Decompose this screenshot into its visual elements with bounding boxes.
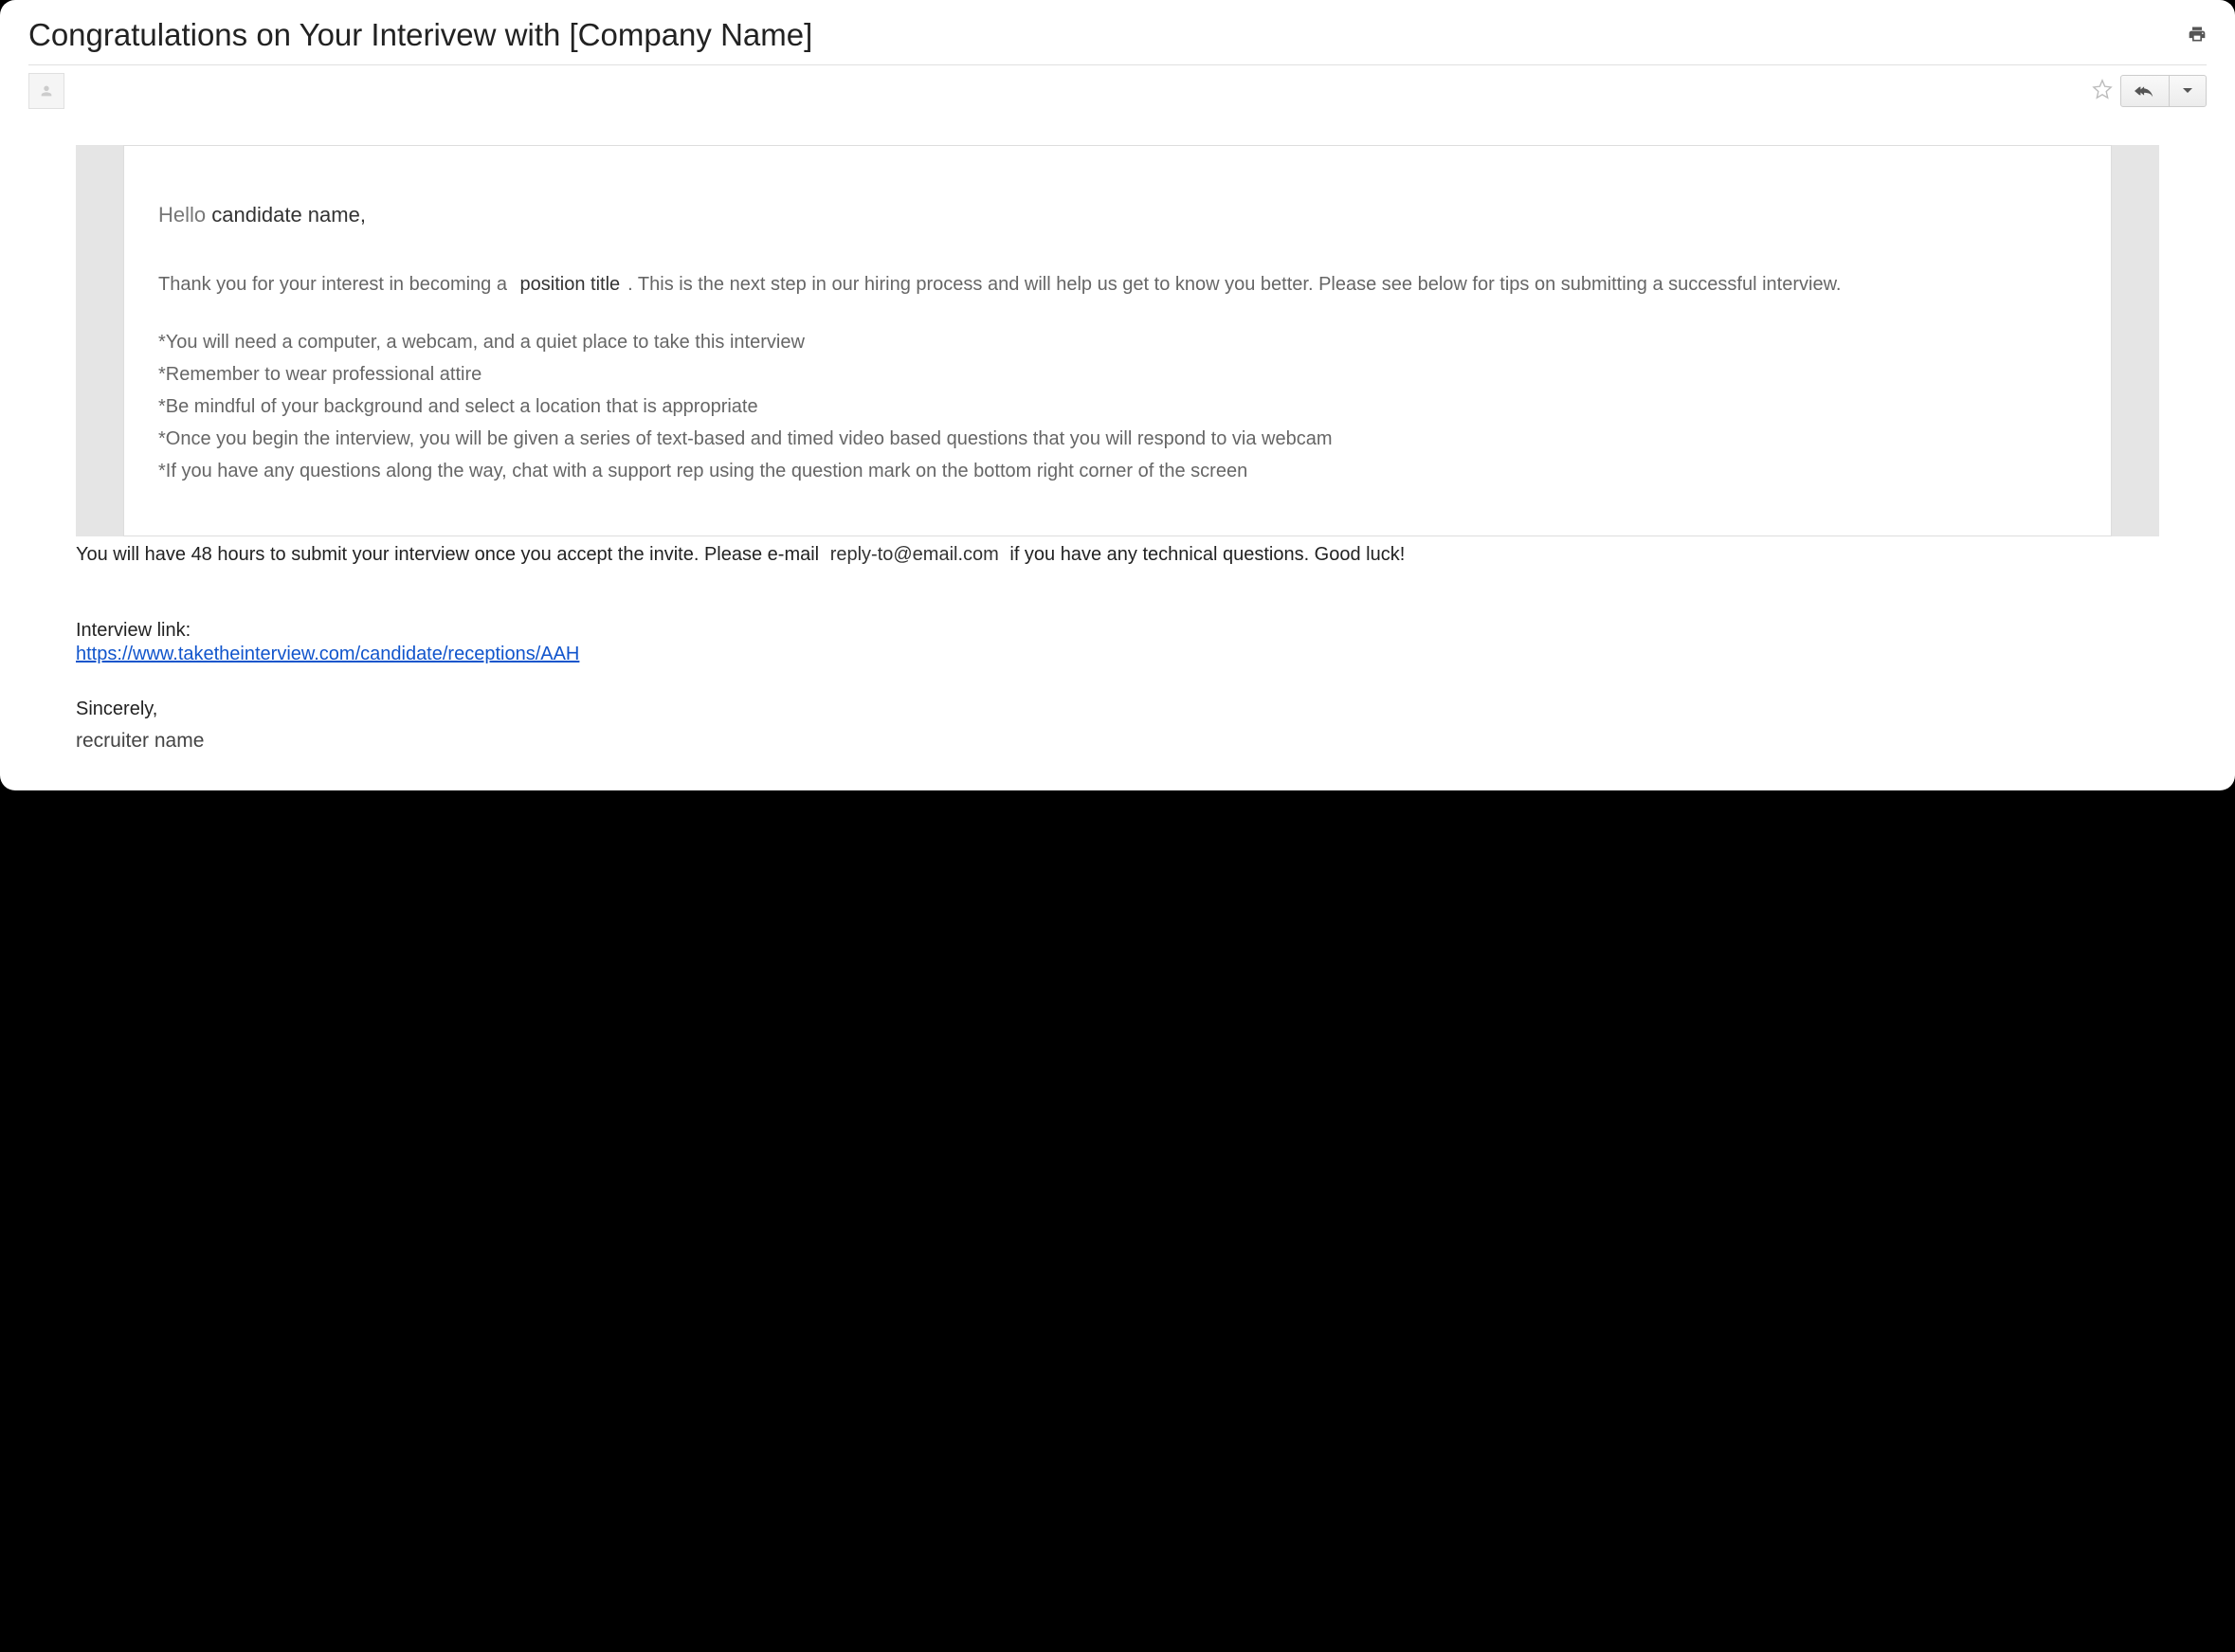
greeting-hello: Hello (158, 203, 206, 227)
sender-avatar[interactable] (28, 73, 64, 109)
email-window: Congratulations on Your Interivew with [… (0, 0, 2235, 790)
more-actions-button[interactable] (2170, 76, 2206, 106)
email-toolbar (0, 65, 2235, 117)
greeting-line: Hello candidate name, (158, 203, 2077, 227)
reply-button-group (2120, 75, 2207, 107)
reply-all-button[interactable] (2121, 76, 2170, 106)
interview-link[interactable]: https://www.taketheinterview.com/candida… (76, 644, 579, 664)
position-title: position title (513, 274, 628, 295)
footer-before: You will have 48 hours to submit your in… (76, 544, 825, 565)
email-subject: Congratulations on Your Interivew with [… (28, 17, 812, 53)
email-body-area: Hello candidate name, Thank you for your… (0, 145, 2235, 790)
interview-link-row: https://www.taketheinterview.com/candida… (76, 644, 2159, 665)
message-container: Hello candidate name, Thank you for your… (76, 145, 2159, 536)
footer-after: if you have any technical questions. Goo… (1005, 544, 1405, 565)
tip-item: *If you have any questions along the way… (158, 456, 2077, 486)
email-header: Congratulations on Your Interivew with [… (0, 0, 2235, 64)
candidate-name: candidate name, (211, 203, 366, 227)
left-pad (76, 145, 123, 536)
toolbar-actions (2092, 75, 2207, 107)
intro-before: Thank you for your interest in becoming … (158, 274, 513, 295)
reply-to-email: reply-to@email.com (825, 544, 1005, 565)
footer-paragraph: You will have 48 hours to submit your in… (76, 542, 2159, 568)
intro-paragraph: Thank you for your interest in becoming … (158, 270, 2077, 299)
print-icon[interactable] (2188, 25, 2207, 48)
interview-link-label: Interview link: (76, 620, 2159, 642)
star-icon[interactable] (2092, 79, 2113, 104)
recruiter-name: recruiter name (76, 730, 2159, 753)
tip-item: *You will need a computer, a webcam, and… (158, 327, 2077, 357)
right-pad (2112, 145, 2159, 536)
tip-item: *Remember to wear professional attire (158, 359, 2077, 390)
tip-item: *Be mindful of your background and selec… (158, 391, 2077, 422)
tip-item: *Once you begin the interview, you will … (158, 424, 2077, 454)
intro-after: . This is the next step in our hiring pr… (627, 274, 1841, 295)
message-box: Hello candidate name, Thank you for your… (123, 145, 2112, 536)
tips-list: *You will need a computer, a webcam, and… (158, 327, 2077, 486)
signoff: Sincerely, (76, 699, 2159, 720)
